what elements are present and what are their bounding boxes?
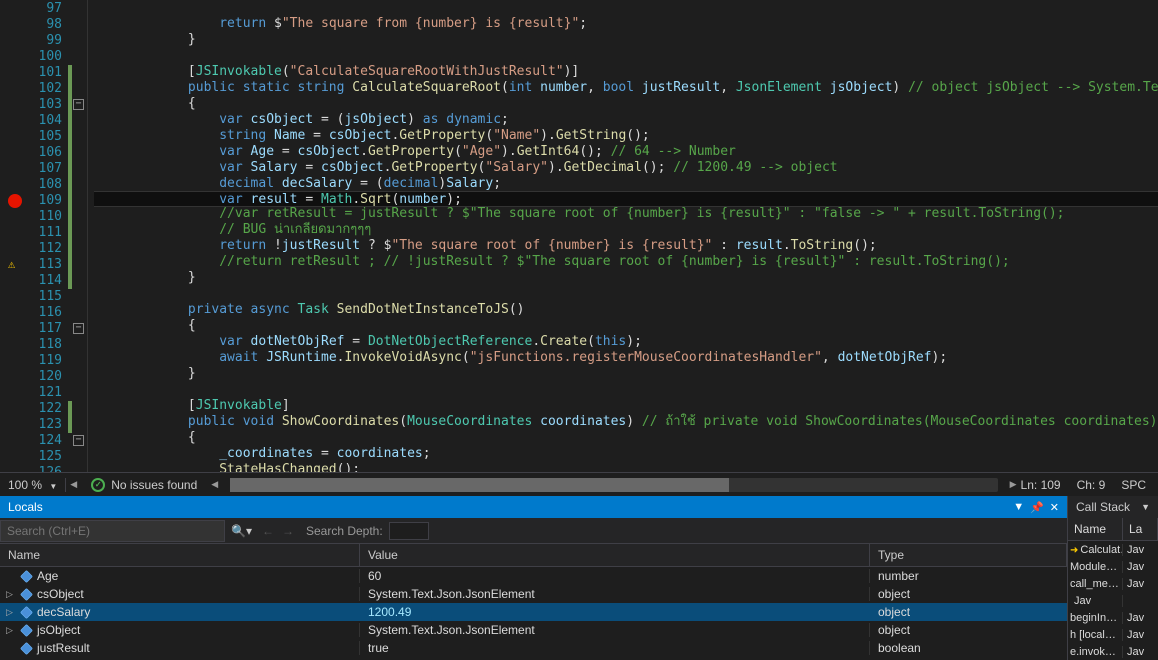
- fold-toggle[interactable]: −: [73, 99, 84, 110]
- warning-icon: ⚠: [8, 257, 22, 271]
- issues-status[interactable]: ✓ No issues found: [81, 478, 207, 492]
- search-icon[interactable]: 🔍▾: [225, 524, 258, 538]
- col-header-value[interactable]: Value: [360, 544, 870, 566]
- var-type: number: [870, 569, 1067, 583]
- check-circle-icon: ✓: [91, 478, 105, 492]
- var-name: justResult: [37, 641, 90, 655]
- locals-search-input[interactable]: [0, 520, 225, 542]
- variable-icon: [20, 570, 33, 583]
- variable-icon: [20, 624, 33, 637]
- callstack-row[interactable]: Jav: [1068, 592, 1158, 609]
- variable-icon: [20, 642, 33, 655]
- var-type: object: [870, 605, 1067, 619]
- issues-text: No issues found: [111, 478, 197, 492]
- code-text-area[interactable]: return $"The square from {number} is {re…: [94, 0, 1158, 472]
- breakpoint-margin[interactable]: ⚠: [0, 0, 30, 472]
- close-icon[interactable]: ✕: [1050, 501, 1059, 514]
- nav-back-icon[interactable]: ←: [258, 524, 278, 538]
- panel-title-text: Call Stack: [1076, 500, 1130, 514]
- folding-gutter[interactable]: − − −: [68, 0, 88, 472]
- var-name: decSalary: [37, 605, 90, 619]
- col-header-name[interactable]: Name: [1068, 518, 1123, 540]
- var-type: boolean: [870, 641, 1067, 655]
- var-value: 1200.49: [360, 605, 870, 619]
- search-depth-select[interactable]: [389, 522, 429, 540]
- var-value: System.Text.Json.JsonElement: [360, 623, 870, 637]
- editor-status-bar: 100 % ▼ ◀ ✓ No issues found ◀ ▶ Ln: 109 …: [0, 472, 1158, 496]
- scroll-left-icon[interactable]: ◀: [66, 479, 81, 490]
- col-header-type[interactable]: Type: [870, 544, 1067, 566]
- var-type: object: [870, 587, 1067, 601]
- scroll-right-icon[interactable]: ▶: [1006, 479, 1021, 490]
- callstack-grid-header: Name La: [1068, 518, 1158, 541]
- expand-icon[interactable]: ▷: [6, 625, 16, 636]
- locals-row[interactable]: Age 60number: [0, 567, 1067, 585]
- search-depth-label: Search Depth:: [306, 524, 383, 538]
- locals-row[interactable]: ▷ jsObject System.Text.Json.JsonElementobj…: [0, 621, 1067, 639]
- var-type: object: [870, 623, 1067, 637]
- callstack-grid-body[interactable]: ➜Calculat…JavModule…Javcall_me…JavJavbeg…: [1068, 541, 1158, 660]
- cursor-char: Ch: 9: [1077, 478, 1106, 492]
- code-editor[interactable]: ⚠ 97989910010110210310410510610710810911…: [0, 0, 1158, 472]
- locals-row[interactable]: ▷ decSalary 1200.49object: [0, 603, 1067, 621]
- var-value: true: [360, 641, 870, 655]
- locals-panel: Locals ▼ 📌 ✕ 🔍▾ ← → Search Depth: Name V…: [0, 496, 1068, 660]
- nav-forward-icon[interactable]: →: [278, 524, 298, 538]
- chevron-down-icon: ▼: [49, 482, 57, 491]
- locals-grid-body[interactable]: Age 60number ▷ csObject System.Text.Json.Jso…: [0, 567, 1067, 660]
- locals-panel-title[interactable]: Locals ▼ 📌 ✕: [0, 496, 1067, 518]
- expand-icon[interactable]: ▷: [6, 589, 16, 600]
- zoom-value: 100 %: [8, 478, 42, 492]
- callstack-row[interactable]: h [local…Jav: [1068, 626, 1158, 643]
- callstack-row[interactable]: e.invok…Jav: [1068, 643, 1158, 660]
- col-header-lang[interactable]: La: [1123, 518, 1158, 540]
- var-name: Age: [37, 569, 58, 583]
- locals-grid-header: Name Value Type: [0, 544, 1067, 567]
- callstack-panel: Call Stack ▼ Name La ➜Calculat…JavModule…: [1068, 496, 1158, 660]
- col-header-name[interactable]: Name: [0, 544, 360, 566]
- horizontal-scrollbar[interactable]: [230, 478, 997, 492]
- var-name: csObject: [37, 587, 84, 601]
- callstack-row[interactable]: ➜Calculat…Jav: [1068, 541, 1158, 558]
- fold-toggle[interactable]: −: [73, 435, 84, 446]
- expand-icon[interactable]: ▷: [6, 607, 16, 618]
- breakpoint-icon[interactable]: [8, 194, 22, 208]
- dropdown-icon[interactable]: ▼: [1013, 501, 1024, 514]
- callstack-row[interactable]: call_me…Jav: [1068, 575, 1158, 592]
- var-value: 60: [360, 569, 870, 583]
- scroll-left-icon[interactable]: ◀: [207, 479, 222, 490]
- var-value: System.Text.Json.JsonElement: [360, 587, 870, 601]
- callstack-panel-title[interactable]: Call Stack ▼: [1068, 496, 1158, 518]
- zoom-selector[interactable]: 100 % ▼: [0, 478, 66, 492]
- locals-row[interactable]: justResult trueboolean: [0, 639, 1067, 657]
- fold-toggle[interactable]: −: [73, 323, 84, 334]
- locals-row[interactable]: ▷ csObject System.Text.Json.JsonElementobj…: [0, 585, 1067, 603]
- panel-title-text: Locals: [8, 500, 43, 514]
- pin-icon[interactable]: 📌: [1030, 501, 1044, 514]
- cursor-line: Ln: 109: [1021, 478, 1061, 492]
- current-frame-icon: ➜: [1070, 545, 1078, 556]
- line-number-gutter: 9798991001011021031041051061071081091101…: [30, 0, 68, 472]
- variable-icon: [20, 588, 33, 601]
- indent-mode[interactable]: SPC: [1121, 478, 1146, 492]
- locals-search-row: 🔍▾ ← → Search Depth:: [0, 518, 1067, 544]
- callstack-row[interactable]: Module…Jav: [1068, 558, 1158, 575]
- callstack-row[interactable]: beginIn…Jav: [1068, 609, 1158, 626]
- variable-icon: [20, 606, 33, 619]
- dropdown-icon[interactable]: ▼: [1141, 502, 1150, 512]
- var-name: jsObject: [37, 623, 80, 637]
